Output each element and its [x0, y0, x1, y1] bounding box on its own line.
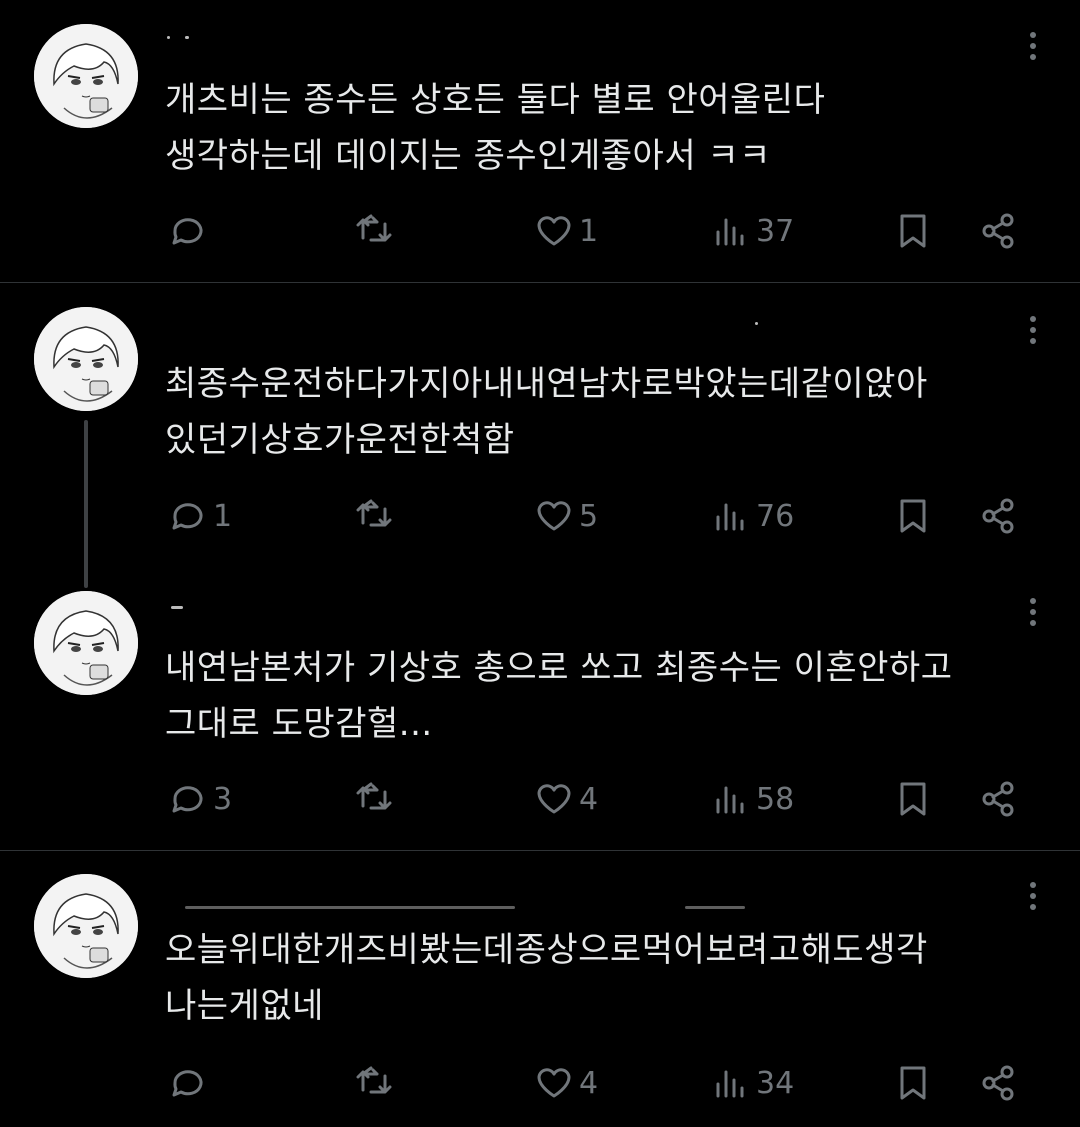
- repost-button[interactable]: [353, 206, 395, 256]
- post-header: [165, 322, 758, 332]
- share-button[interactable]: [977, 774, 1019, 824]
- divider: [0, 282, 1080, 283]
- bookmark-button[interactable]: [892, 774, 934, 824]
- post-text: 내연남본처가 기상호 총으로 쏘고 최종수는 이혼안하고 그대로 도망감헐...: [165, 640, 1045, 752]
- like-count: 4: [579, 1065, 599, 1101]
- action-bar: 4 34: [165, 1058, 1045, 1108]
- share-icon: [982, 1065, 1014, 1101]
- like-button[interactable]: 5: [533, 491, 598, 541]
- share-icon: [982, 498, 1014, 534]
- thread-line: [84, 420, 88, 588]
- views-button[interactable]: 37: [710, 206, 794, 256]
- avatar[interactable]: [34, 24, 138, 128]
- views-icon: [716, 503, 744, 531]
- like-button[interactable]: 4: [533, 1058, 598, 1108]
- views-icon: [716, 1070, 744, 1098]
- view-count: 37: [756, 213, 795, 249]
- avatar[interactable]: [34, 591, 138, 695]
- post-text-line: 그대로 도망감헐...: [165, 704, 433, 744]
- heart-icon: [537, 216, 571, 246]
- bookmark-icon: [900, 1066, 926, 1100]
- reply-button[interactable]: [167, 206, 213, 256]
- reply-count: 3: [213, 781, 233, 817]
- share-button[interactable]: [977, 1058, 1019, 1108]
- share-icon: [982, 781, 1014, 817]
- bookmark-icon: [900, 782, 926, 816]
- action-bar: 1 5 76: [165, 491, 1045, 541]
- reply-icon: [172, 1070, 203, 1097]
- action-bar: 1 37: [165, 206, 1045, 256]
- repost-icon: [356, 782, 392, 810]
- reply-count: 1: [213, 498, 233, 534]
- repost-button[interactable]: [353, 1058, 395, 1108]
- view-count: 58: [756, 781, 795, 817]
- bookmark-button[interactable]: [892, 491, 934, 541]
- views-button[interactable]: 34: [710, 1058, 794, 1108]
- post-text-line: 내연남본처가 기상호 총으로 쏘고 최종수는 이혼안하고: [165, 648, 953, 688]
- post-text: 최종수운전하다가지아내내연남차로박았는데같이앉아 있던기상호가운전한척함: [165, 356, 1045, 468]
- bookmark-icon: [900, 214, 926, 248]
- more-icon[interactable]: [1028, 32, 1038, 65]
- views-button[interactable]: 58: [710, 774, 794, 824]
- heart-icon: [537, 501, 571, 531]
- heart-icon: [537, 1068, 571, 1098]
- post-text: 개츠비는 종수든 상호든 둘다 별로 안어울린다 생각하는데 데이지는 종수인게…: [165, 72, 1045, 184]
- views-icon: [716, 786, 744, 814]
- view-count: 34: [756, 1065, 795, 1101]
- post-text-line: 개츠비는 종수든 상호든 둘다 별로 안어울린다: [165, 80, 826, 120]
- repost-button[interactable]: [353, 774, 395, 824]
- post-text-line: 있던기상호가운전한척함: [165, 420, 515, 460]
- avatar[interactable]: [34, 874, 138, 978]
- reply-icon: [172, 218, 203, 245]
- post-text-line: 최종수운전하다가지아내내연남차로박았는데같이앉아: [165, 364, 928, 404]
- post-header: [165, 906, 745, 916]
- view-count: 76: [756, 498, 795, 534]
- divider: [0, 850, 1080, 851]
- reply-icon: [172, 503, 203, 530]
- reply-button[interactable]: [167, 1058, 213, 1108]
- like-count: 4: [579, 781, 599, 817]
- post-text: 오늘위대한개즈비봤는데종상으로먹어보려고해도생각 나는게없네: [165, 922, 1045, 1034]
- bookmark-icon: [900, 499, 926, 533]
- share-icon: [982, 213, 1014, 249]
- post-text-line: 생각하는데 데이지는 종수인게좋아서 ㅋㅋ: [165, 136, 771, 176]
- post-header: [165, 606, 585, 616]
- reply-button[interactable]: 3: [167, 774, 232, 824]
- avatar[interactable]: [34, 307, 138, 411]
- heart-icon: [537, 784, 571, 814]
- more-icon[interactable]: [1028, 598, 1038, 631]
- repost-icon: [356, 1066, 392, 1094]
- repost-icon: [356, 214, 392, 242]
- reply-button[interactable]: 1: [167, 491, 232, 541]
- bookmark-button[interactable]: [892, 206, 934, 256]
- views-button[interactable]: 76: [710, 491, 794, 541]
- post-text-line: 오늘위대한개즈비봤는데종상으로먹어보려고해도생각: [165, 930, 928, 970]
- post-text-line: 나는게없네: [165, 986, 324, 1026]
- like-count: 1: [579, 213, 599, 249]
- like-button[interactable]: 1: [533, 206, 598, 256]
- repost-icon: [356, 499, 392, 527]
- like-button[interactable]: 4: [533, 774, 598, 824]
- like-count: 5: [579, 498, 599, 534]
- views-icon: [716, 218, 744, 246]
- more-icon[interactable]: [1028, 316, 1038, 349]
- bookmark-button[interactable]: [892, 1058, 934, 1108]
- more-icon[interactable]: [1028, 882, 1038, 915]
- share-button[interactable]: [977, 206, 1019, 256]
- reply-icon: [172, 786, 203, 813]
- post-header: [165, 36, 585, 46]
- repost-button[interactable]: [353, 491, 395, 541]
- action-bar: 3 4 58: [165, 774, 1045, 824]
- share-button[interactable]: [977, 491, 1019, 541]
